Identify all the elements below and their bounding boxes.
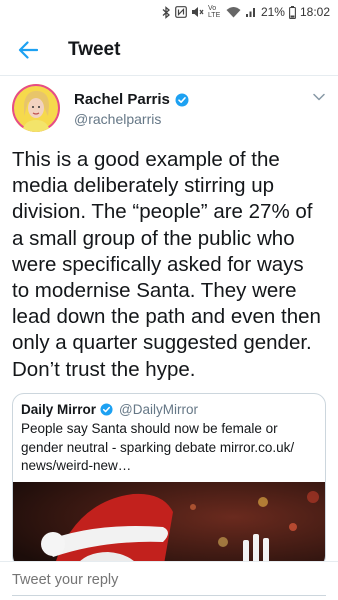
wifi-icon — [226, 5, 241, 19]
signal-icon — [245, 5, 257, 19]
volte-icon: Vo LTE — [207, 5, 221, 19]
author-name[interactable]: Rachel Parris — [74, 91, 170, 108]
reply-underline — [12, 595, 326, 596]
quoted-tweet-card[interactable]: Daily Mirror @DailyMirror People say San… — [12, 393, 326, 568]
verified-badge-icon — [100, 403, 113, 416]
quoted-author-handle: @DailyMirror — [119, 402, 198, 417]
more-options-button[interactable] — [310, 88, 328, 106]
author-name-row: Rachel Parris — [74, 91, 189, 108]
avatar[interactable] — [12, 84, 60, 132]
battery-percent: 21% — [260, 5, 285, 19]
reply-bar — [0, 561, 338, 600]
top-app-bar: Tweet — [0, 24, 338, 76]
tweet-author: Rachel Parris @rachelparris — [12, 84, 328, 140]
quoted-tweet-image[interactable] — [13, 482, 325, 567]
reply-input[interactable] — [12, 572, 312, 588]
arrow-left-icon — [18, 40, 38, 59]
back-button[interactable] — [4, 26, 52, 74]
verified-badge-icon — [175, 93, 189, 107]
chevron-down-icon — [313, 93, 325, 101]
clock-time: 18:02 — [299, 5, 330, 19]
page-title: Tweet — [68, 38, 121, 60]
mute-icon — [191, 5, 204, 19]
bluetooth-icon — [162, 5, 171, 19]
nfc-icon — [175, 5, 187, 19]
santa-photo — [13, 482, 325, 567]
author-handle[interactable]: @rachelparris — [74, 111, 161, 127]
quoted-tweet-text: People say Santa should now be female or… — [21, 421, 295, 473]
status-bar: Vo LTE 21% 18:02 — [0, 0, 338, 24]
tweet-text: This is a good example of the media deli… — [12, 148, 321, 381]
avatar-picture — [12, 84, 60, 132]
quoted-tweet-header: Daily Mirror @DailyMirror — [21, 402, 198, 417]
battery-icon — [289, 5, 296, 19]
quoted-author-name: Daily Mirror — [21, 402, 97, 417]
